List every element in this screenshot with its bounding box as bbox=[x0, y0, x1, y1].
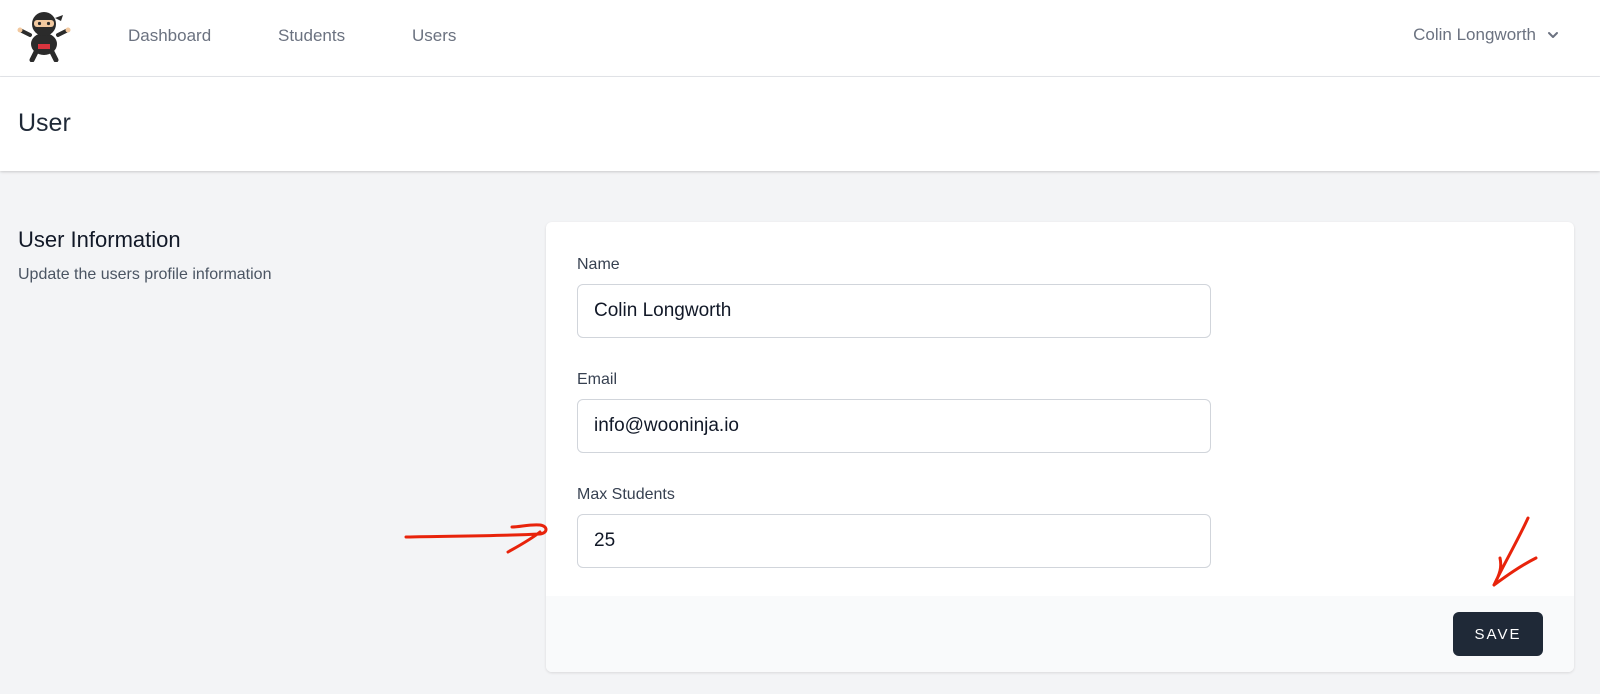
nav-link-dashboard[interactable]: Dashboard bbox=[128, 26, 211, 46]
name-input[interactable] bbox=[577, 284, 1211, 338]
nav-link-users[interactable]: Users bbox=[412, 26, 456, 46]
annotation-arrow-right bbox=[404, 523, 548, 554]
email-input[interactable] bbox=[577, 399, 1211, 453]
user-menu-name: Colin Longworth bbox=[1413, 25, 1536, 44]
email-label: Email bbox=[577, 371, 618, 388]
section-description: Update the users profile information bbox=[18, 266, 272, 283]
page-header: User bbox=[0, 77, 1600, 171]
user-form-card: Name Email Max Students SAVE bbox=[546, 222, 1574, 672]
section-title: User Information bbox=[18, 227, 181, 252]
max-students-label: Max Students bbox=[577, 486, 675, 503]
user-menu[interactable]: Colin Longworth bbox=[1413, 25, 1560, 45]
form-footer: SAVE bbox=[546, 596, 1574, 672]
ninja-logo-icon[interactable] bbox=[16, 10, 72, 62]
page-title: User bbox=[18, 109, 71, 137]
name-label: Name bbox=[577, 256, 620, 273]
nav-link-students[interactable]: Students bbox=[278, 26, 345, 46]
max-students-input[interactable] bbox=[577, 514, 1211, 568]
save-button[interactable]: SAVE bbox=[1453, 612, 1543, 656]
chevron-down-icon bbox=[1548, 32, 1558, 38]
top-navigation: Dashboard Students Users Colin Longworth bbox=[0, 0, 1600, 77]
